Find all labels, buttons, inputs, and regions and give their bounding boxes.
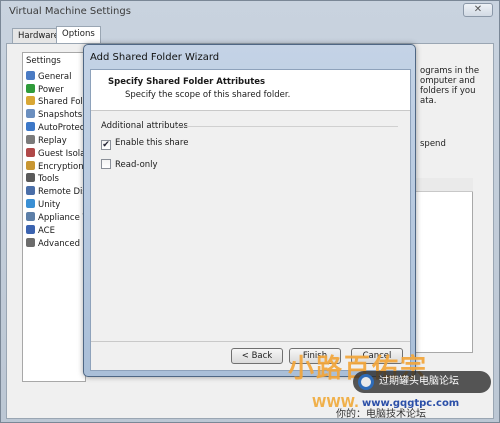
settings-item-appliance-view[interactable]: Appliance View [26,212,84,224]
close-button[interactable]: ✕ [463,3,493,17]
watermark-badge: 过期罐头电脑论坛 [353,371,491,393]
read-only-option[interactable]: Read-only [101,159,158,171]
read-only-checkbox[interactable] [101,159,111,169]
enable-share-label: Enable this share [115,138,189,148]
watermark-caption: 你的：电脑技术论坛 [336,409,426,420]
settings-item-guest-isolation[interactable]: Guest Isolation [26,148,84,160]
dialog-header: Specify Shared Folder Attributes Specify… [91,70,410,111]
advanced-icon [26,238,35,247]
dialog-content: Specify Shared Folder Attributes Specify… [90,69,411,371]
background-text-line: omputer and [420,76,476,86]
shared-folders-icon [26,96,35,105]
settings-item-snapshots[interactable]: Snapshots [26,109,84,121]
window-title: Virtual Machine Settings [9,6,131,17]
settings-item-encryption[interactable]: Encryption [26,161,84,173]
enable-share-option[interactable]: ✔ Enable this share [101,137,189,150]
settings-item-advanced[interactable]: Advanced [26,238,84,250]
general-icon [26,71,35,80]
enable-share-checkbox[interactable]: ✔ [101,140,111,150]
settings-item-remote-display[interactable]: Remote Display [26,186,84,198]
background-text-line: ograms in the [420,66,480,76]
background-text-line: folders if you [420,86,476,96]
watermark-logo-icon [358,374,374,390]
tab-options[interactable]: Options [56,26,101,44]
replay-icon [26,135,35,144]
back-button[interactable]: < Back [231,348,283,364]
dialog-subheading: Specify the scope of this shared folder. [125,90,291,100]
remote-display-icon [26,186,35,195]
settings-item-power[interactable]: Power [26,84,84,96]
autoprotect-icon [26,122,35,131]
appliance-view-icon [26,212,35,221]
settings-header: Settings [26,56,61,66]
settings-item-general[interactable]: General [26,71,84,83]
read-only-label: Read-only [115,160,158,170]
snapshots-icon [26,109,35,118]
settings-item-autoprotect[interactable]: AutoProtect [26,122,84,134]
folders-table[interactable] [415,178,473,353]
group-divider [175,126,398,127]
tools-icon [26,173,35,182]
settings-item-tools[interactable]: Tools [26,173,84,185]
guest-isolation-icon [26,148,35,157]
unity-icon [26,199,35,208]
settings-item-ace[interactable]: ACE [26,225,84,237]
dialog-heading: Specify Shared Folder Attributes [108,77,266,87]
add-shared-folder-wizard: Add Shared Folder Wizard Specify Shared … [83,44,416,377]
ace-icon [26,225,35,234]
settings-item-unity[interactable]: Unity [26,199,84,211]
background-text-spend: spend [420,139,446,149]
settings-item-shared-folders[interactable]: Shared Folders [26,96,84,108]
background-text-line: ata. [420,96,437,106]
power-icon [26,84,35,93]
encryption-icon [26,161,35,170]
footer-divider [91,341,410,342]
folders-table-header [415,178,473,192]
dialog-title: Add Shared Folder Wizard [90,52,220,63]
settings-item-replay[interactable]: Replay [26,135,84,147]
